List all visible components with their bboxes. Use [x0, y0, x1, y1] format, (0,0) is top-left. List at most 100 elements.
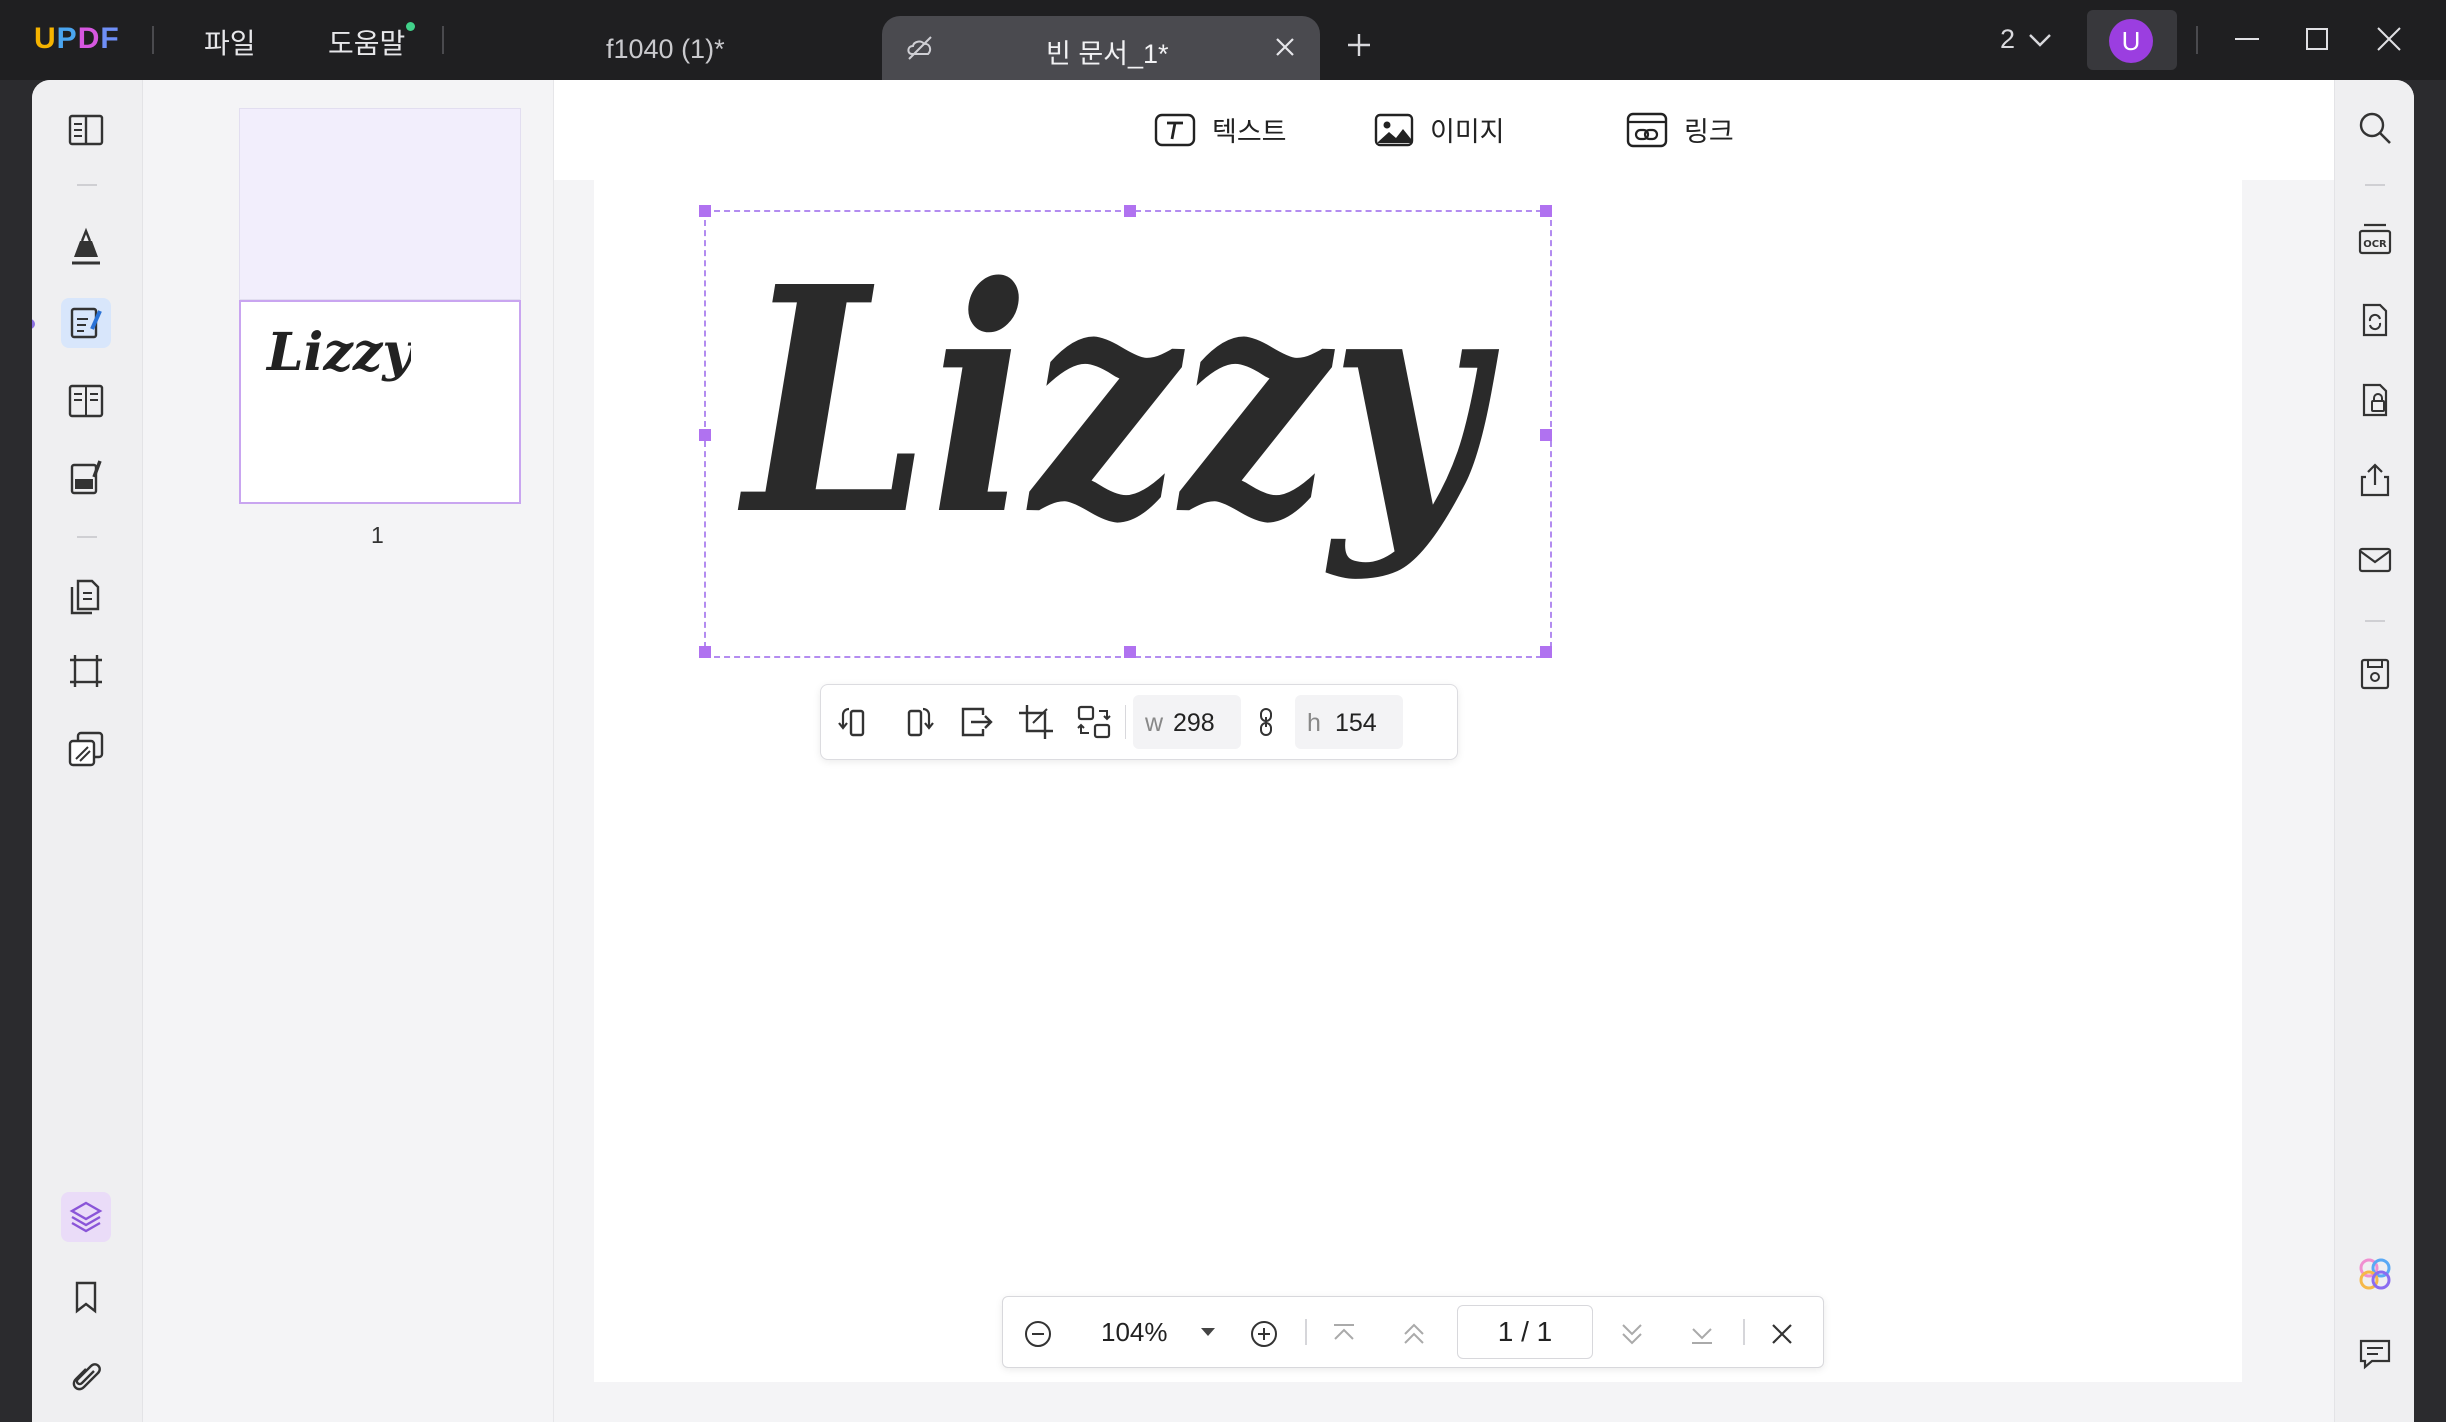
crop-image-icon[interactable] [1017, 703, 1055, 741]
right-toolbar: OCR [2334, 80, 2414, 1422]
active-indicator [32, 319, 35, 329]
pdf-page[interactable]: Lizzy w 298 h 154 [594, 180, 2242, 1382]
close-tab-icon[interactable] [1272, 34, 1298, 60]
svg-text:Lizzy: Lizzy [265, 322, 411, 383]
extract-image-icon[interactable] [957, 703, 995, 741]
rotate-left-icon[interactable] [837, 703, 875, 741]
width-label: w [1145, 709, 1164, 737]
link-icon [1626, 112, 1668, 147]
fill-sign-icon[interactable] [61, 452, 111, 502]
convert-icon[interactable] [2355, 300, 2395, 340]
layers-icon[interactable] [61, 1192, 111, 1242]
previous-page-icon[interactable] [1399, 1319, 1429, 1349]
width-field[interactable]: w 298 [1133, 695, 1241, 749]
thumbnail-page-number: 1 [371, 522, 384, 548]
width-value[interactable]: 298 [1173, 709, 1215, 738]
next-page-icon[interactable] [1617, 1319, 1647, 1349]
resize-handle[interactable] [699, 429, 711, 441]
chevron-down-icon[interactable] [2026, 30, 2054, 50]
image-toolbar: w 298 h 154 [820, 684, 1458, 760]
divider [1125, 705, 1126, 739]
chat-icon[interactable] [2355, 1334, 2395, 1374]
menu-help-label: 도움말 [328, 28, 406, 59]
divider [442, 26, 444, 54]
add-link-label: 링크 [1684, 117, 1734, 147]
tab-f1040[interactable]: f1040 (1)* [510, 16, 830, 80]
rotate-right-icon[interactable] [897, 703, 935, 741]
attachment-icon[interactable] [61, 1352, 111, 1402]
close-window-icon[interactable] [2374, 24, 2404, 54]
ai-assistant-icon[interactable] [2355, 1254, 2395, 1294]
last-page-icon[interactable] [1687, 1319, 1717, 1349]
left-toolbar [32, 80, 143, 1422]
thumbnail-signature: Lizzy [265, 322, 411, 383]
height-field[interactable]: h 154 [1295, 695, 1403, 749]
app-body: Lizzy 1 텍스트 이미지 링크 Lizzy w 298 h 154 104… [32, 80, 2414, 1422]
text-icon [1154, 113, 1196, 146]
divider [2196, 26, 2198, 54]
bookmark-icon[interactable] [61, 1272, 111, 1322]
divider [1305, 1319, 1307, 1345]
new-tab-icon[interactable] [1344, 30, 1374, 60]
title-bar: UPDF 파일 도움말 f1040 (1)* 빈 문서_1* 2 U [0, 0, 2446, 80]
divider [2365, 184, 2385, 186]
add-image-button[interactable]: 이미지 [1374, 110, 1505, 149]
resize-handle[interactable] [699, 646, 711, 658]
menu-help[interactable]: 도움말 [328, 22, 416, 62]
image-selection-box[interactable] [699, 205, 1552, 658]
replace-image-icon[interactable] [1075, 703, 1113, 741]
window-count[interactable]: 2 [2000, 24, 2015, 55]
page-number-input[interactable]: 1 / 1 [1457, 1305, 1593, 1359]
zoom-in-icon[interactable] [1249, 1319, 1279, 1349]
reader-icon[interactable] [61, 106, 111, 156]
zoom-out-icon[interactable] [1023, 1319, 1053, 1349]
thumbnail-page: Lizzy [239, 300, 521, 504]
comment-icon[interactable] [61, 222, 111, 272]
divider [1743, 1319, 1745, 1345]
crop-icon[interactable] [61, 646, 111, 696]
divider [152, 26, 154, 54]
page-navigation-bar: 104% 1 / 1 [1002, 1296, 1824, 1368]
height-label: h [1307, 709, 1321, 737]
app-logo: UPDF [34, 22, 120, 55]
page-thumbnail[interactable]: Lizzy [239, 108, 521, 504]
search-icon[interactable] [2355, 108, 2395, 148]
divider [77, 184, 97, 186]
zoom-dropdown-icon[interactable] [1199, 1325, 1217, 1339]
share-icon[interactable] [2355, 460, 2395, 500]
form-icon[interactable] [61, 376, 111, 426]
email-icon[interactable] [2355, 540, 2395, 580]
document-area: 텍스트 이미지 링크 Lizzy w 298 h 154 104% 1 / 1 [554, 80, 2334, 1422]
ocr-icon[interactable]: OCR [2355, 220, 2395, 260]
resize-handle[interactable] [1540, 429, 1552, 441]
tab-blank-document[interactable]: 빈 문서_1* [882, 16, 1320, 80]
unsynced-cloud-icon [904, 32, 936, 64]
image-icon [1374, 113, 1414, 146]
resize-handle[interactable] [1124, 205, 1136, 217]
avatar: U [2109, 19, 2153, 63]
lock-aspect-ratio-icon[interactable] [1253, 705, 1279, 739]
menu-file[interactable]: 파일 [204, 22, 256, 62]
resize-handle[interactable] [1540, 205, 1552, 217]
add-link-button[interactable]: 링크 [1626, 110, 1734, 149]
edit-pdf-icon[interactable] [61, 298, 111, 348]
protect-icon[interactable] [2355, 380, 2395, 420]
minimize-icon[interactable] [2232, 24, 2262, 54]
add-text-button[interactable]: 텍스트 [1154, 110, 1287, 149]
first-page-icon[interactable] [1329, 1319, 1359, 1349]
watermark-icon[interactable] [61, 724, 111, 774]
resize-handle[interactable] [699, 205, 711, 217]
resize-handle[interactable] [1540, 646, 1552, 658]
svg-text:OCR: OCR [2363, 239, 2387, 250]
zoom-level[interactable]: 104% [1101, 1317, 1168, 1348]
close-nav-icon[interactable] [1767, 1319, 1797, 1349]
organize-icon[interactable] [61, 570, 111, 620]
tab-label: 빈 문서_1* [1046, 39, 1169, 69]
resize-handle[interactable] [1124, 646, 1136, 658]
maximize-icon[interactable] [2302, 24, 2332, 54]
add-image-label: 이미지 [1430, 117, 1505, 147]
height-value[interactable]: 154 [1335, 709, 1377, 738]
save-icon[interactable] [2355, 654, 2395, 694]
tab-label: f1040 (1)* [606, 34, 725, 64]
user-avatar-button[interactable]: U [2087, 10, 2177, 70]
